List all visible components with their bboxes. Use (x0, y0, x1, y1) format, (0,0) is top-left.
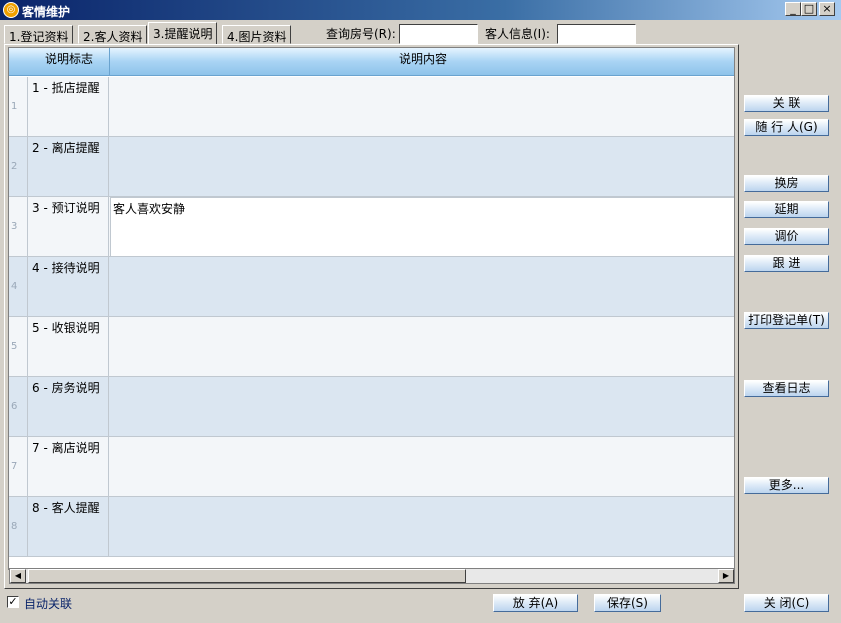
title-bar: ◎ 客情维护 _ □ × (0, 0, 841, 20)
row-flag: 2 - 离店提醒 (29, 137, 109, 197)
auto-link-checkbox[interactable]: ✓ (7, 596, 19, 608)
column-header-flag[interactable]: 说明标志 (29, 50, 109, 67)
row-number: 1 (9, 77, 28, 137)
companion-button[interactable]: 随 行 人(G) (744, 119, 829, 136)
row-content[interactable] (110, 317, 734, 377)
table-row[interactable]: 7 7 - 离店说明 (9, 437, 734, 497)
app-logo-icon: ◎ (3, 2, 19, 18)
room-search-label: 查询房号(R): (326, 27, 396, 41)
tab-reminder-notes[interactable]: 3.提醒说明 (148, 22, 218, 44)
guest-search-input[interactable] (557, 24, 636, 44)
discard-button[interactable]: 放 弃(A) (493, 594, 578, 612)
print-registration-button[interactable]: 打印登记单(T) (744, 312, 829, 329)
scroll-right-icon[interactable]: ▶ (718, 569, 734, 583)
maximize-icon[interactable]: □ (801, 2, 817, 16)
tab-registration[interactable]: 1.登记资料 (4, 25, 74, 44)
row-number: 4 (9, 257, 28, 317)
more-button[interactable]: 更多... (744, 477, 829, 494)
row-content[interactable] (110, 497, 734, 557)
row-content[interactable] (110, 77, 734, 137)
main-window: ◎ 客情维护 _ □ × 1.登记资料 2.客人资料 3.提醒说明 4.图片资料… (0, 0, 841, 623)
view-log-button[interactable]: 查看日志 (744, 380, 829, 397)
extend-stay-button[interactable]: 延期 (744, 201, 829, 218)
row-number: 8 (9, 497, 28, 557)
window-title: 客情维护 (22, 5, 71, 19)
row-number: 2 (9, 137, 28, 197)
row-flag: 8 - 客人提醒 (29, 497, 109, 557)
row-content-editor[interactable]: 客人喜欢安静 (110, 197, 734, 257)
scrollbar-thumb[interactable] (28, 569, 466, 583)
row-flag: 6 - 房务说明 (29, 377, 109, 437)
tab-pictures[interactable]: 4.图片资料 (222, 25, 292, 44)
column-header-content[interactable]: 说明内容 (110, 50, 734, 67)
row-content[interactable] (110, 137, 734, 197)
table-row[interactable]: 2 2 - 离店提醒 (9, 137, 734, 197)
link-button[interactable]: 关 联 (744, 95, 829, 112)
save-button[interactable]: 保存(S) (594, 594, 661, 612)
row-number: 5 (9, 317, 28, 377)
row-flag: 5 - 收银说明 (29, 317, 109, 377)
minimize-icon[interactable]: _ (785, 2, 801, 16)
close-window-icon[interactable]: × (819, 2, 835, 16)
row-flag: 3 - 预订说明 (29, 197, 109, 257)
scroll-left-icon[interactable]: ◀ (10, 569, 26, 583)
row-number: 7 (9, 437, 28, 497)
row-flag: 4 - 接待说明 (29, 257, 109, 317)
room-search-input[interactable] (399, 24, 478, 44)
table-row[interactable]: 5 5 - 收银说明 (9, 317, 734, 377)
reminder-grid[interactable]: 说明标志 说明内容 1 1 - 抵店提醒 2 2 - 离店提醒 3 3 - 预订… (8, 47, 735, 570)
change-room-button[interactable]: 换房 (744, 175, 829, 192)
table-row[interactable]: 6 6 - 房务说明 (9, 377, 734, 437)
row-content[interactable] (110, 437, 734, 497)
adjust-price-button[interactable]: 调价 (744, 228, 829, 245)
row-flag: 7 - 离店说明 (29, 437, 109, 497)
table-row[interactable]: 3 3 - 预订说明 客人喜欢安静 (9, 197, 734, 257)
follow-up-button[interactable]: 跟 进 (744, 255, 829, 272)
close-button[interactable]: 关 闭(C) (744, 594, 829, 612)
auto-link-label: 自动关联 (24, 597, 73, 611)
row-content[interactable] (110, 257, 734, 317)
row-number: 6 (9, 377, 28, 437)
grid-header: 说明标志 说明内容 (9, 48, 734, 76)
table-row[interactable]: 1 1 - 抵店提醒 (9, 77, 734, 137)
tab-guest-info[interactable]: 2.客人资料 (78, 25, 148, 44)
table-row[interactable]: 4 4 - 接待说明 (9, 257, 734, 317)
guest-search-label: 客人信息(I): (485, 27, 550, 41)
row-number: 3 (9, 197, 28, 257)
horizontal-scrollbar[interactable]: ◀ ▶ (9, 568, 735, 584)
row-flag: 1 - 抵店提醒 (29, 77, 109, 137)
table-row[interactable]: 8 8 - 客人提醒 (9, 497, 734, 557)
row-content[interactable] (110, 377, 734, 437)
